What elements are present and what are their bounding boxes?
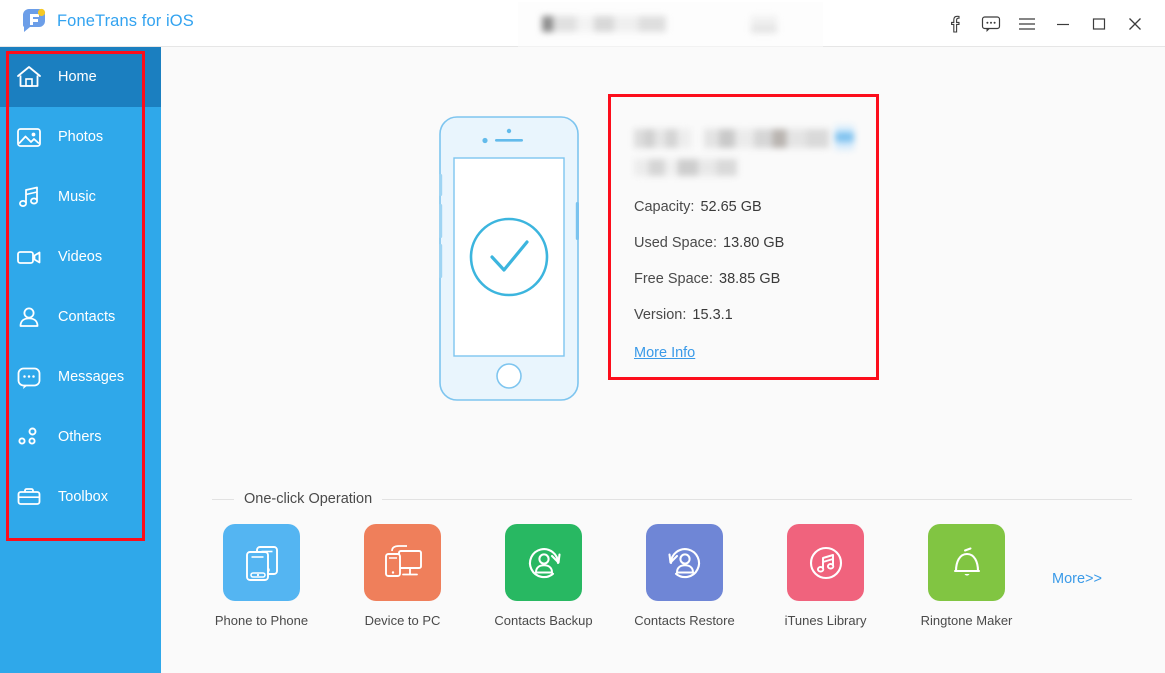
- app-title: FoneTrans for iOS: [57, 11, 194, 30]
- ringtone-maker-icon: [928, 524, 1005, 601]
- capacity-row: Capacity: 52.65 GB: [634, 199, 854, 215]
- title-bar: FoneTrans for iOS: [0, 0, 1165, 47]
- sidebar-item-toolbox[interactable]: Toolbox: [0, 467, 161, 527]
- minimize-button[interactable]: [1045, 0, 1081, 47]
- tile-contacts-restore[interactable]: Contacts Restore: [634, 524, 735, 628]
- section-header: One-click Operation: [212, 490, 1132, 508]
- contacts-icon: [14, 302, 44, 332]
- redacted-tab-text: [542, 16, 666, 32]
- section-title: One-click Operation: [244, 491, 373, 507]
- capacity-value: 52.65 GB: [700, 199, 762, 215]
- phone-to-phone-icon: [223, 524, 300, 601]
- photos-icon: [14, 122, 44, 152]
- sidebar-item-label: Photos: [58, 129, 104, 145]
- divider-left: [212, 498, 234, 500]
- sidebar-item-home[interactable]: Home: [0, 47, 161, 107]
- capacity-label: Capacity:: [634, 199, 695, 215]
- redacted-device-name: [634, 129, 691, 148]
- sidebar-item-label: Videos: [58, 249, 103, 265]
- used-space-value: 13.80 GB: [723, 235, 785, 251]
- app-window: FoneTrans for iOS Home Photos Music Vide…: [0, 0, 1165, 673]
- used-space-row: Used Space: 13.80 GB: [634, 235, 854, 251]
- tile-label: Device to PC: [364, 613, 441, 628]
- redacted-device-model: [704, 129, 829, 148]
- close-button[interactable]: [1117, 0, 1153, 47]
- sidebar-item-label: Others: [58, 429, 102, 445]
- version-row: Version: 15.3.1: [634, 307, 854, 323]
- sidebar-item-label: Contacts: [58, 309, 116, 325]
- maximize-button[interactable]: [1081, 0, 1117, 47]
- sidebar-item-contacts[interactable]: Contacts: [0, 287, 161, 347]
- version-label: Version:: [634, 307, 687, 323]
- version-value: 15.3.1: [692, 307, 733, 323]
- more-operations-link[interactable]: More>>: [1052, 571, 1102, 587]
- sidebar-item-videos[interactable]: Videos: [0, 227, 161, 287]
- redacted-device-serial: [634, 159, 737, 176]
- tile-itunes-library[interactable]: iTunes Library: [784, 524, 867, 628]
- messages-icon: [14, 362, 44, 392]
- sidebar-item-label: Toolbox: [58, 489, 108, 505]
- itunes-library-icon: [787, 524, 864, 601]
- free-space-value: 38.85 GB: [719, 271, 781, 287]
- tile-device-to-pc[interactable]: Device to PC: [364, 524, 441, 628]
- free-space-row: Free Space: 38.85 GB: [634, 271, 854, 287]
- tile-ringtone-maker[interactable]: Ringtone Maker: [921, 524, 1012, 628]
- sidebar: Home Photos Music Videos Contacts Messag…: [0, 47, 161, 673]
- free-space-label: Free Space:: [634, 271, 713, 287]
- others-icon: [14, 422, 44, 452]
- redacted-device-badge: [835, 125, 854, 150]
- menu-icon[interactable]: [1009, 0, 1045, 47]
- app-logo-icon: [18, 6, 48, 36]
- sidebar-item-others[interactable]: Others: [0, 407, 161, 467]
- device-to-pc-icon: [364, 524, 441, 601]
- one-click-section: One-click Operation: [212, 490, 1132, 508]
- sidebar-item-music[interactable]: Music: [0, 167, 161, 227]
- contacts-restore-icon: [646, 524, 723, 601]
- feedback-icon[interactable]: [973, 0, 1009, 47]
- sidebar-item-label: Home: [58, 69, 97, 85]
- contacts-backup-icon: [505, 524, 582, 601]
- one-click-tiles: Phone to Phone Device to PC Contacts Bac…: [215, 524, 1012, 628]
- window-controls: [937, 0, 1153, 47]
- videos-icon: [14, 242, 44, 272]
- sidebar-item-label: Music: [58, 189, 96, 205]
- toolbox-icon: [14, 482, 44, 512]
- sidebar-item-messages[interactable]: Messages: [0, 347, 161, 407]
- tile-contacts-backup[interactable]: Contacts Backup: [494, 524, 593, 628]
- header-device-tab[interactable]: [518, 2, 823, 47]
- device-name-row-1: [634, 125, 854, 151]
- device-info-panel: Capacity: 52.65 GB Used Space: 13.80 GB Fr…: [616, 103, 874, 373]
- facebook-icon[interactable]: [937, 0, 973, 47]
- divider-right: [382, 498, 1132, 500]
- tile-label: Contacts Restore: [634, 613, 735, 628]
- more-info-link[interactable]: More Info: [634, 345, 695, 361]
- device-name-row-2: [634, 155, 854, 179]
- used-space-label: Used Space:: [634, 235, 718, 251]
- music-icon: [14, 182, 44, 212]
- tile-label: Contacts Backup: [494, 613, 593, 628]
- tile-label: iTunes Library: [784, 613, 867, 628]
- sidebar-item-photos[interactable]: Photos: [0, 107, 161, 167]
- device-illustration: [439, 116, 579, 401]
- tile-phone-to-phone[interactable]: Phone to Phone: [215, 524, 308, 628]
- home-icon: [14, 62, 44, 92]
- tile-label: Phone to Phone: [214, 613, 309, 628]
- sidebar-item-label: Messages: [58, 369, 125, 385]
- main-content: Capacity: 52.65 GB Used Space: 13.80 GB Fr…: [161, 47, 1165, 673]
- brand: FoneTrans for iOS: [18, 6, 194, 36]
- redacted-tab-badge: [751, 16, 777, 33]
- tile-label: Ringtone Maker: [920, 613, 1013, 628]
